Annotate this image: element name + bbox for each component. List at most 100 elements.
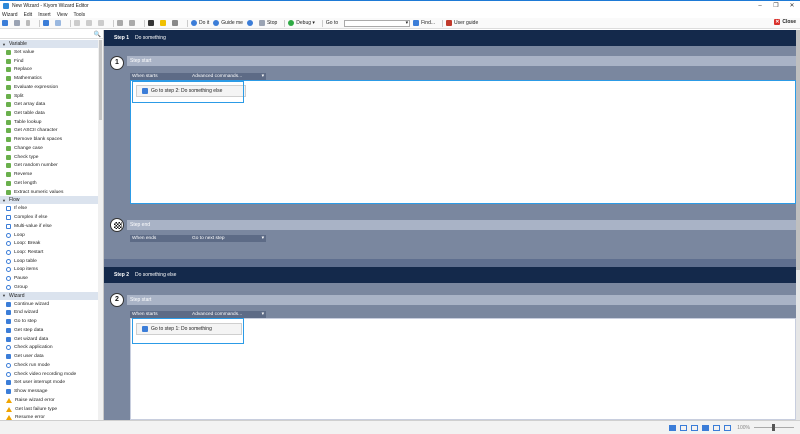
command-item[interactable]: Get last failure type bbox=[0, 405, 98, 414]
command-item[interactable]: Check application bbox=[0, 344, 98, 353]
open-button[interactable] bbox=[14, 20, 22, 26]
sidebar-scrollbar[interactable] bbox=[98, 40, 103, 420]
find-button[interactable]: Find... bbox=[413, 20, 435, 26]
command-item[interactable]: Mathematics bbox=[0, 74, 98, 83]
minimize-icon[interactable]: – bbox=[752, 1, 768, 11]
command-item[interactable]: Get step data bbox=[0, 326, 98, 335]
zoom-slider-knob[interactable] bbox=[772, 424, 775, 431]
settings-button[interactable] bbox=[172, 20, 180, 26]
command-item[interactable]: Loop items bbox=[0, 266, 98, 275]
guide-icon bbox=[213, 20, 220, 26]
command-item[interactable]: End wizard bbox=[0, 309, 98, 318]
command-item[interactable]: Raise wizard error bbox=[0, 396, 98, 405]
step-2-header[interactable]: Step 2 Do something else bbox=[104, 267, 796, 283]
substep-button[interactable] bbox=[129, 20, 137, 26]
command-item[interactable]: Go to step bbox=[0, 317, 98, 326]
view-list-icon[interactable] bbox=[669, 424, 677, 431]
cut-button[interactable] bbox=[74, 20, 82, 26]
command-label: Evaluate expression bbox=[14, 84, 59, 90]
view-split-icon[interactable] bbox=[713, 424, 721, 431]
collapse-icon[interactable]: ▼ bbox=[2, 42, 6, 47]
command-item[interactable]: Replace bbox=[0, 65, 98, 74]
end-command-select[interactable]: Go to next step bbox=[190, 235, 266, 242]
canvas-scrollbar[interactable] bbox=[796, 30, 800, 420]
command-item[interactable]: Extract numeric values bbox=[0, 188, 98, 197]
view-detail-icon[interactable] bbox=[702, 424, 710, 431]
category-variable[interactable]: ▼ Variable bbox=[0, 40, 98, 48]
command-label: Get last failure type bbox=[15, 406, 58, 412]
command-item[interactable]: If else bbox=[0, 204, 98, 213]
command-item[interactable]: Continue wizard bbox=[0, 300, 98, 309]
command-item[interactable]: Show message bbox=[0, 387, 98, 396]
toolbar-separator bbox=[144, 19, 145, 27]
command-item[interactable]: Loop: Break bbox=[0, 239, 98, 248]
copy-button[interactable] bbox=[86, 20, 94, 26]
command-item[interactable]: Reverse bbox=[0, 170, 98, 179]
close-window-icon[interactable]: ✕ bbox=[784, 1, 800, 11]
command-item[interactable]: Get ASCII character bbox=[0, 127, 98, 136]
command-item[interactable]: Group bbox=[0, 283, 98, 292]
restore-icon[interactable]: ❐ bbox=[768, 1, 784, 11]
redo-button[interactable] bbox=[55, 20, 63, 26]
save-button[interactable] bbox=[2, 20, 10, 26]
close-button[interactable]: ✕ Close bbox=[774, 19, 796, 25]
command-item[interactable]: Get random number bbox=[0, 162, 98, 171]
command-item[interactable]: Set user interrupt mode bbox=[0, 378, 98, 387]
menu-edit[interactable]: Edit bbox=[24, 12, 33, 18]
command-item[interactable]: Complex if else bbox=[0, 213, 98, 222]
category-wizard[interactable]: ▼ Wizard bbox=[0, 291, 98, 300]
command-item[interactable]: Table lookup bbox=[0, 118, 98, 127]
go-to-combobox[interactable] bbox=[344, 19, 411, 27]
start-command-select[interactable]: Advanced commands... bbox=[190, 311, 266, 318]
user-guide-button[interactable]: User guide bbox=[446, 20, 478, 26]
command-item[interactable]: Get wizard data bbox=[0, 335, 98, 344]
command-item[interactable]: Set value bbox=[0, 48, 98, 57]
collapse-icon[interactable]: ▼ bbox=[2, 293, 6, 298]
stop-button[interactable]: Stop bbox=[258, 20, 277, 26]
command-search-input[interactable]: 🔍 bbox=[0, 30, 103, 39]
lock-button[interactable] bbox=[148, 20, 156, 26]
do-it-button[interactable]: Do it bbox=[191, 20, 209, 26]
command-item[interactable]: Check video recording mode bbox=[0, 370, 98, 379]
record-button[interactable] bbox=[246, 20, 255, 26]
scrollbar-thumb[interactable] bbox=[99, 40, 102, 120]
scrollbar-thumb[interactable] bbox=[796, 30, 800, 270]
command-item[interactable]: Multi-value if else bbox=[0, 222, 98, 231]
command-item[interactable]: Loop bbox=[0, 231, 98, 240]
menu-insert[interactable]: Insert bbox=[38, 12, 51, 18]
search-icon[interactable]: 🔍 bbox=[94, 31, 101, 38]
menu-tools[interactable]: Tools bbox=[73, 12, 85, 18]
view-tree-icon[interactable] bbox=[680, 424, 688, 431]
step-button[interactable] bbox=[117, 20, 125, 26]
command-item[interactable]: Pause bbox=[0, 274, 98, 283]
debug-button[interactable]: Debug ▾ bbox=[288, 20, 315, 26]
command-item[interactable]: Find bbox=[0, 57, 98, 66]
command-item[interactable]: Remove blank spaces bbox=[0, 135, 98, 144]
view-compact-icon[interactable] bbox=[691, 424, 699, 431]
command-item[interactable]: Get length bbox=[0, 179, 98, 188]
guide-me-button[interactable]: Guide me bbox=[213, 20, 243, 26]
command-item[interactable]: Check type bbox=[0, 153, 98, 162]
command-item[interactable]: Get user data bbox=[0, 352, 98, 361]
command-item[interactable]: Loop: Restart bbox=[0, 248, 98, 257]
step-1-header[interactable]: Step 1 Do something bbox=[104, 30, 796, 46]
command-item[interactable]: Check run mode bbox=[0, 361, 98, 370]
command-item[interactable]: Evaluate expression bbox=[0, 83, 98, 92]
menu-view[interactable]: View bbox=[57, 12, 68, 18]
settings-icon[interactable] bbox=[724, 424, 732, 431]
start-command-select[interactable]: Advanced commands... bbox=[190, 73, 266, 80]
command-item[interactable]: Get table data bbox=[0, 109, 98, 118]
command-item[interactable]: Change case bbox=[0, 144, 98, 153]
note-button[interactable] bbox=[160, 20, 168, 26]
collapse-icon[interactable]: ▼ bbox=[2, 198, 6, 203]
command-item[interactable]: Loop table bbox=[0, 257, 98, 266]
command-item[interactable]: Get array data bbox=[0, 100, 98, 109]
command-item[interactable]: Resume error bbox=[0, 413, 98, 420]
zoom-slider[interactable] bbox=[754, 424, 794, 431]
menu-wizard[interactable]: Wizard bbox=[2, 12, 18, 18]
command-item[interactable]: Split bbox=[0, 92, 98, 101]
paste-button[interactable] bbox=[98, 20, 106, 26]
category-flow[interactable]: ▼ Flow bbox=[0, 196, 98, 205]
dropdown-button[interactable] bbox=[26, 20, 32, 26]
undo-button[interactable] bbox=[43, 20, 51, 26]
